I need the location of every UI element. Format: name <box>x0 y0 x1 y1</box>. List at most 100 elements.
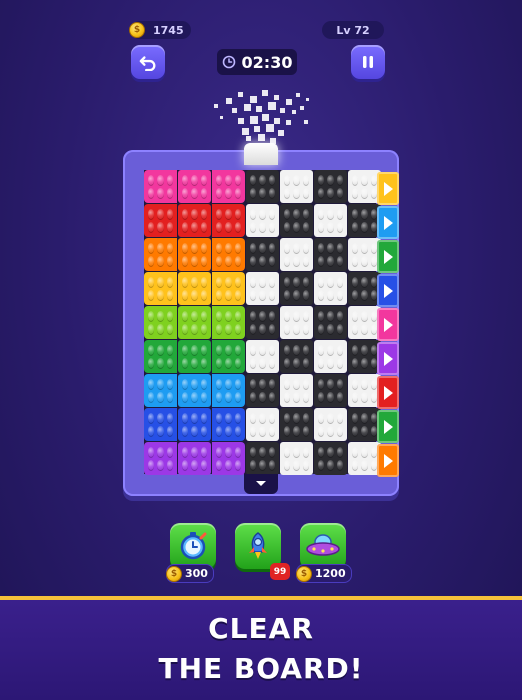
particle <box>296 93 300 97</box>
black-brick <box>314 238 347 271</box>
exit-arrow[interactable] <box>377 410 399 443</box>
booster-count: 99 <box>273 566 287 577</box>
exit-arrow[interactable] <box>377 206 399 239</box>
particle <box>286 120 291 125</box>
black-brick <box>246 238 279 271</box>
colored-brick <box>144 204 177 237</box>
exit-arrow[interactable] <box>377 444 399 477</box>
colored-brick <box>212 306 245 339</box>
timer-value: 02:30 <box>241 52 293 72</box>
coin-icon: $ <box>296 565 312 582</box>
white-brick <box>246 340 279 373</box>
exit-arrow[interactable] <box>377 240 399 273</box>
level-label: Lv 72 <box>336 23 370 37</box>
booster-price: $ 1200 <box>296 564 352 583</box>
colored-brick <box>178 170 211 203</box>
pause-button[interactable] <box>351 45 385 79</box>
colored-brick <box>212 408 245 441</box>
particle <box>274 95 279 100</box>
particle <box>262 90 268 96</box>
white-brick <box>246 272 279 305</box>
arrow-right-icon <box>383 181 393 196</box>
particle <box>220 116 223 119</box>
colored-brick <box>178 408 211 441</box>
colored-brick <box>144 442 177 475</box>
particle <box>278 130 284 136</box>
particle <box>256 106 262 112</box>
coin-counter: $ 1745 <box>129 21 191 39</box>
exit-arrow[interactable] <box>377 376 399 409</box>
undo-button[interactable] <box>131 45 165 79</box>
clock-icon <box>180 532 207 560</box>
white-brick <box>314 204 347 237</box>
black-brick <box>280 272 313 305</box>
colored-brick <box>178 340 211 373</box>
exit-arrow[interactable] <box>377 172 399 205</box>
particle <box>254 126 260 132</box>
arrow-right-icon <box>383 283 393 298</box>
colored-brick <box>178 204 211 237</box>
promo-banner: CLEAR THE BOARD! <box>0 596 522 700</box>
booster-price-value: 1200 <box>315 567 346 580</box>
particle <box>258 134 265 141</box>
white-brick <box>314 340 347 373</box>
white-brick <box>314 272 347 305</box>
arrow-right-icon <box>383 249 393 264</box>
exit-arrow[interactable] <box>377 274 399 307</box>
black-brick <box>314 374 347 407</box>
particle <box>268 102 276 110</box>
time-freeze-booster[interactable] <box>170 523 216 569</box>
particle <box>246 136 251 141</box>
black-brick <box>280 340 313 373</box>
arrow-right-icon <box>383 317 393 332</box>
colored-brick <box>178 272 211 305</box>
black-brick <box>246 306 279 339</box>
level-indicator: Lv 72 <box>322 21 384 39</box>
black-brick <box>314 442 347 475</box>
arrow-right-icon <box>383 385 393 400</box>
colored-brick <box>212 442 245 475</box>
black-brick <box>280 408 313 441</box>
colored-brick <box>178 306 211 339</box>
booster-price: $ 300 <box>166 564 214 583</box>
exit-arrow-column <box>377 172 399 477</box>
white-brick <box>314 408 347 441</box>
arrow-right-icon <box>383 215 393 230</box>
black-brick <box>246 374 279 407</box>
colored-brick <box>144 374 177 407</box>
coin-icon: $ <box>129 22 145 38</box>
banner-line-2: THE BOARD! <box>158 652 364 685</box>
colored-brick <box>144 408 177 441</box>
black-brick <box>246 170 279 203</box>
colored-brick <box>178 442 211 475</box>
pause-icon <box>363 56 373 68</box>
particle <box>280 108 285 113</box>
colored-brick <box>212 238 245 271</box>
particle <box>238 118 244 124</box>
particle <box>232 108 237 113</box>
particle <box>238 92 243 97</box>
chevron-down-icon <box>256 481 266 486</box>
colored-brick <box>144 306 177 339</box>
exit-arrow[interactable] <box>377 308 399 341</box>
block-grid <box>144 170 381 475</box>
colored-brick <box>144 272 177 305</box>
colored-brick <box>212 204 245 237</box>
ufo-booster[interactable] <box>300 523 346 569</box>
white-brick <box>280 170 313 203</box>
particle <box>262 114 269 121</box>
black-brick <box>246 442 279 475</box>
particle <box>244 104 251 111</box>
white-brick <box>280 306 313 339</box>
colored-brick <box>212 374 245 407</box>
clock-icon <box>222 55 235 69</box>
particle <box>214 104 218 108</box>
white-brick <box>280 442 313 475</box>
particle <box>304 120 308 124</box>
colored-brick <box>144 340 177 373</box>
black-brick <box>280 204 313 237</box>
exit-arrow[interactable] <box>377 342 399 375</box>
particle <box>286 99 292 105</box>
booster-price-value: 300 <box>185 567 208 580</box>
particle <box>306 98 309 101</box>
